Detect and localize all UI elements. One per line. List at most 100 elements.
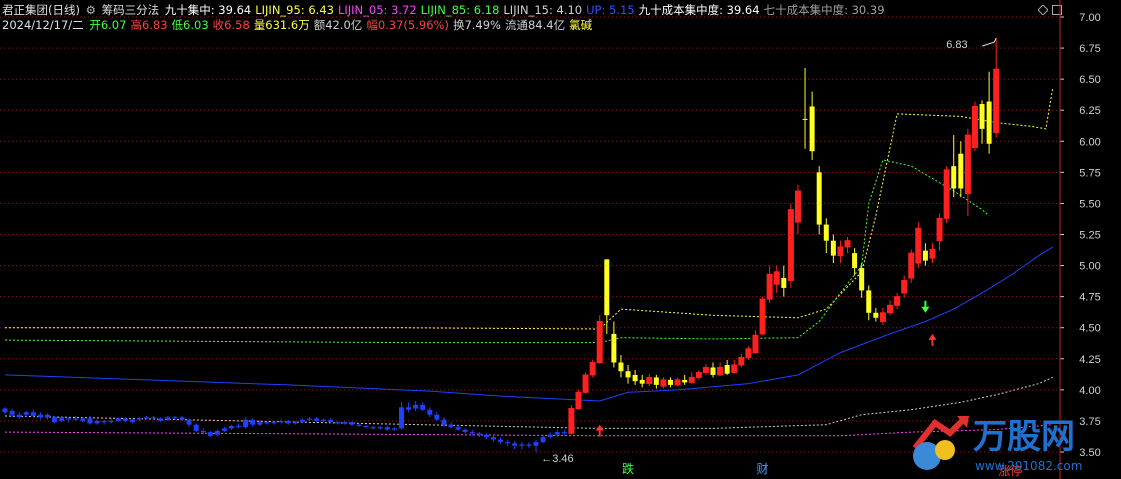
candle-body [951, 166, 957, 189]
candle-body [618, 362, 624, 372]
candle-body [221, 428, 227, 431]
candle-body [193, 424, 199, 431]
series-lijin_05 [4, 424, 1053, 437]
candle-body [59, 417, 65, 421]
down-arrow-icon [921, 300, 930, 313]
candle-body [87, 418, 93, 424]
candle-body [108, 420, 114, 423]
candle-body [229, 425, 235, 429]
candle-body [922, 250, 928, 261]
candle-body [398, 407, 404, 429]
candle-body [321, 419, 327, 421]
candle-body [766, 273, 773, 300]
candle-body [370, 427, 376, 429]
watermark-logo: 万股网 www.201082.com [912, 415, 1082, 473]
candle-body [596, 321, 603, 364]
candle-body [582, 374, 589, 393]
candle-body [179, 417, 185, 420]
candle-body [299, 419, 305, 423]
y-tick-label: 4.75 [1079, 292, 1100, 304]
series-lijin_95 [5, 87, 1054, 330]
low-label: ←3.46 [541, 453, 573, 465]
candle-body [377, 427, 383, 429]
y-tick-label: 6.25 [1079, 105, 1100, 117]
candle-body [328, 419, 334, 423]
event-marker-1: 跌 [622, 461, 634, 476]
candle-body [172, 417, 178, 419]
candle-body [830, 240, 836, 256]
candle-body [986, 101, 992, 144]
y-tick-label: 6.00 [1079, 136, 1100, 148]
candle-body [186, 419, 192, 425]
candle-body [391, 428, 397, 430]
candle-body [2, 408, 8, 413]
candle-body [674, 379, 681, 386]
candle-body [441, 419, 447, 425]
candle-body [122, 418, 128, 421]
candle-body [859, 268, 865, 291]
candle-body [406, 407, 412, 410]
candle-body [151, 417, 157, 419]
candle-body [625, 371, 631, 378]
candle-body [668, 379, 674, 385]
candle-body [787, 209, 794, 281]
candle-body [498, 439, 504, 443]
candle-body [420, 404, 426, 410]
candle-body [710, 367, 716, 375]
up-arrow-icon [595, 424, 604, 437]
candle-body [448, 424, 454, 428]
candle-body [844, 240, 851, 248]
candle-body [554, 432, 560, 435]
candle-body [695, 371, 702, 378]
candle-body [866, 290, 872, 313]
y-tick-label: 6.75 [1079, 43, 1100, 55]
candle-body [724, 365, 730, 374]
y-tick-label: 5.00 [1079, 261, 1100, 273]
candle-body [200, 430, 206, 433]
candle-body [759, 298, 766, 335]
candle-body [158, 418, 164, 421]
candle-body [349, 422, 355, 425]
candle-body [23, 412, 29, 415]
candle-body [264, 422, 270, 424]
candle-body [243, 419, 249, 428]
candle-body [526, 444, 532, 446]
candle-body [639, 379, 645, 384]
candle-body [94, 420, 100, 424]
y-tick-label: 4.25 [1079, 354, 1100, 366]
candle-body [568, 408, 575, 434]
candle-body [894, 296, 901, 306]
candle-body [561, 432, 567, 434]
y-tick-label: 5.50 [1079, 198, 1100, 210]
candle-body [632, 374, 638, 382]
candle-body [958, 153, 964, 189]
candle-body [30, 412, 36, 416]
candle-body [682, 379, 688, 383]
candle-body [52, 417, 58, 423]
candle-body [547, 434, 553, 438]
candle-body [908, 252, 915, 279]
candle-body [413, 404, 419, 409]
candle-body [214, 430, 220, 435]
candle-body [44, 414, 50, 418]
candle-body [519, 444, 525, 446]
candle-body [476, 433, 482, 435]
candle-body [575, 391, 582, 410]
high-label: 6.83 [946, 39, 967, 51]
candle-body [483, 434, 489, 438]
candle-body [887, 304, 893, 314]
candle-body [505, 442, 511, 444]
candle-body [285, 420, 291, 424]
candle-body [292, 422, 298, 424]
candle-body [752, 334, 759, 354]
candle-body [137, 418, 143, 420]
candle-body [314, 418, 320, 421]
candle-body [745, 348, 752, 359]
brand-url: www.201082.com [975, 459, 1082, 473]
candle-body [979, 104, 985, 129]
candle-body [363, 425, 369, 428]
candle-body [540, 437, 546, 443]
y-tick-label: 5.75 [1079, 167, 1100, 179]
candle-body [37, 414, 43, 418]
high-pointer [982, 37, 997, 47]
